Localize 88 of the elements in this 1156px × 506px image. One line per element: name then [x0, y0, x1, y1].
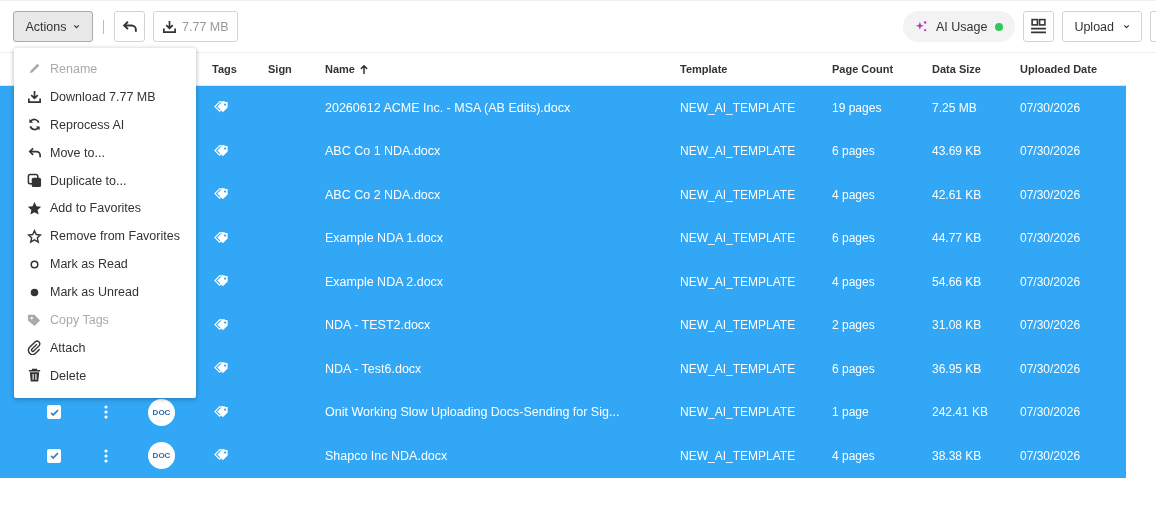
actions-button[interactable]: Actions	[13, 11, 93, 42]
download-icon	[27, 89, 42, 105]
table-cell: 07/30/2026	[1020, 231, 1081, 246]
column-header[interactable]: Uploaded Date	[1020, 63, 1124, 75]
table-cell: 6 pages	[832, 144, 875, 159]
table-cell: 6 pages	[832, 361, 875, 376]
caret-icon	[71, 22, 81, 31]
table-cell: 07/30/2026	[1020, 274, 1081, 289]
table-cell: 7.25 MB	[932, 100, 977, 115]
table-cell: NEW_AI_TEMPLATE	[680, 187, 796, 202]
column-header[interactable]: Tags	[212, 63, 268, 75]
sort-ascending-icon	[358, 63, 369, 75]
menu-item[interactable]: Remove from Favorites	[14, 222, 196, 251]
tags-icon	[212, 230, 231, 246]
tag-icon	[27, 312, 42, 328]
file-type-badge: DOC	[148, 398, 175, 426]
table-cell: NEW_AI_TEMPLATE	[680, 318, 796, 333]
table-cell: NDA - Test6.docx	[325, 361, 422, 376]
upload-button[interactable]: Upload	[1062, 11, 1142, 42]
menu-item[interactable]: Mark as Unread	[14, 278, 196, 306]
table-cell: NDA - TEST2.docx	[325, 318, 431, 333]
table-cell: 07/30/2026	[1020, 318, 1081, 333]
table-cell: 4 pages	[832, 187, 875, 202]
table-cell: 07/30/2026	[1020, 187, 1081, 202]
column-header[interactable]: Sign	[268, 63, 325, 75]
ai-usage-button[interactable]: AI Usage	[902, 11, 1016, 42]
table-cell: 6 pages	[832, 231, 875, 246]
table-cell: NEW_AI_TEMPLATE	[680, 361, 796, 376]
table-cell: NEW_AI_TEMPLATE	[680, 144, 796, 159]
tags-icon	[212, 143, 231, 159]
table-cell: NEW_AI_TEMPLATE	[680, 405, 796, 420]
caret-icon	[1122, 22, 1131, 31]
column-header[interactable]: Data Size	[932, 63, 1020, 75]
table-cell: Example NDA 1.docx	[325, 231, 444, 246]
table-cell: 44.77 KB	[932, 231, 982, 246]
table-row[interactable]: DOC Onit Working Slow Uploading Docs-Sending for Sig... NEW_AI_TEMPLATE 1 page 242.41 KB 07/30/2026	[0, 390, 1126, 434]
star-outline-icon	[27, 228, 42, 244]
table-cell: 242.41 KB	[932, 405, 989, 420]
layout-icon	[1030, 18, 1048, 35]
table-cell: 19 pages	[832, 100, 882, 115]
table-cell: ABC Co 2 NDA.docx	[325, 187, 441, 202]
menu-item[interactable]: Delete	[14, 361, 196, 390]
table-cell: Onit Working Slow Uploading Docs-Sending for Sig...	[325, 405, 620, 420]
column-header[interactable]: Template	[680, 63, 832, 75]
tags-icon	[212, 317, 231, 333]
download-icon	[162, 19, 177, 34]
layout-button[interactable]	[1023, 11, 1055, 42]
table-cell: 43.69 KB	[932, 144, 982, 159]
table-cell: NEW_AI_TEMPLATE	[680, 100, 796, 115]
table-cell: 54.66 KB	[932, 274, 982, 289]
tags-icon	[212, 404, 231, 420]
table-cell: ABC Co 1 NDA.docx	[325, 144, 441, 159]
table-cell: 07/30/2026	[1020, 448, 1081, 463]
table-cell: Shapco Inc NDA.docx	[325, 448, 448, 463]
table-cell: 4 pages	[832, 274, 875, 289]
sparkle-icon	[914, 20, 928, 33]
duplicate-icon	[27, 173, 42, 188]
paperclip-icon	[27, 340, 42, 356]
table-cell: NEW_AI_TEMPLATE	[680, 448, 796, 463]
table-cell: 42.61 KB	[932, 187, 982, 202]
row-checkbox[interactable]	[47, 448, 61, 463]
table-cell: 1 page	[832, 405, 869, 420]
file-type-badge: DOC	[148, 442, 175, 470]
column-header[interactable]: Page Count	[832, 63, 932, 75]
table-row[interactable]: DOC Shapco Inc NDA.docx NEW_AI_TEMPLATE 4 pages 38.38 KB 07/30/2026	[0, 434, 1126, 478]
column-header[interactable]: Name	[325, 63, 680, 75]
trash-icon	[27, 368, 42, 384]
table-cell: 4 pages	[832, 448, 875, 463]
refresh-icon	[27, 117, 42, 133]
table-cell: 36.95 KB	[932, 361, 982, 376]
row-checkbox[interactable]	[47, 405, 61, 420]
table-cell: 2 pages	[832, 318, 875, 333]
undo-button[interactable]	[114, 11, 145, 42]
star-icon	[27, 200, 42, 216]
table-cell: 07/30/2026	[1020, 144, 1081, 159]
table-cell: NEW_AI_TEMPLATE	[680, 274, 796, 289]
more-options-icon[interactable]	[104, 448, 108, 463]
more-options-icon[interactable]	[104, 405, 108, 420]
table-cell: 38.38 KB	[932, 448, 982, 463]
table-cell: 07/30/2026	[1020, 100, 1081, 115]
table-cell: 20260612 ACME Inc. - MSA (AB Edits).docx	[325, 100, 571, 115]
menu-item[interactable]: Move to...	[14, 138, 196, 167]
table-cell: 07/30/2026	[1020, 405, 1081, 420]
table-cell: NEW_AI_TEMPLATE	[680, 231, 796, 246]
table-cell: 31.08 KB	[932, 318, 982, 333]
table-cell: Example NDA 2.docx	[325, 274, 444, 289]
undo-icon	[121, 18, 138, 35]
table-cell: 07/30/2026	[1020, 361, 1081, 376]
